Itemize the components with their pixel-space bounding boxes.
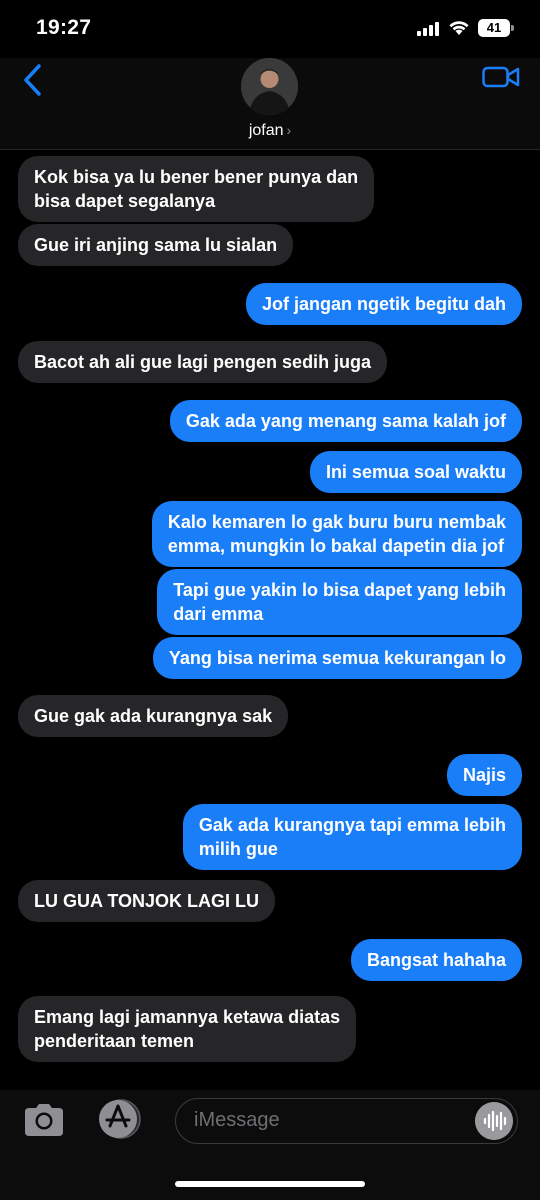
conversation-header: jofan › [0, 58, 540, 150]
camera-icon[interactable] [22, 1102, 66, 1138]
message-bubble-incoming[interactable]: Bacot ah ali gue lagi pengen sedih juga [18, 341, 388, 383]
status-bar: 19:27 41 [0, 0, 540, 58]
message-field[interactable] [175, 1098, 518, 1144]
message-bubble-outgoing[interactable]: Ini semua soal waktu [309, 451, 522, 493]
message-bubble-outgoing[interactable]: Gak ada kurangnya tapi emma lebih milih … [182, 804, 522, 870]
message-bubble-outgoing[interactable]: Kalo kemaren lo gak buru buru nembak emm… [151, 501, 522, 567]
contact-name: jofan [248, 122, 284, 139]
app-store-icon[interactable] [95, 1098, 145, 1140]
status-time: 19:27 [36, 16, 92, 39]
audio-waveform-icon[interactable] [475, 1102, 513, 1140]
chevron-right-icon: › [286, 122, 292, 138]
battery-icon: 41 [478, 19, 514, 37]
imessage-input[interactable] [194, 1099, 474, 1142]
message-bubble-incoming[interactable]: Emang lagi jamannya ketawa diatas pender… [18, 996, 357, 1062]
message-bubble-outgoing[interactable]: Jof jangan ngetik begitu dah [245, 283, 522, 325]
avatar-photo [241, 58, 298, 115]
facetime-video-icon[interactable] [482, 64, 520, 90]
message-bubble-incoming[interactable]: LU GUA TONJOK LAGI LU [18, 880, 275, 922]
message-bubble-incoming[interactable]: Kok bisa ya lu bener bener punya dan bis… [18, 156, 375, 222]
message-bubble-outgoing[interactable]: Tapi gue yakin lo bisa dapet yang lebih … [157, 569, 522, 635]
contact-avatar[interactable] [241, 58, 298, 115]
back-chevron-icon[interactable] [18, 64, 50, 96]
wifi-icon [449, 21, 469, 35]
message-bubble-outgoing[interactable]: Yang bisa nerima semua kekurangan lo [152, 637, 522, 679]
message-bubble-incoming[interactable]: Gue gak ada kurangnya sak [18, 695, 289, 737]
message-bubble-outgoing[interactable]: Najis [446, 754, 522, 796]
message-bubble-outgoing[interactable]: Gak ada yang menang sama kalah jof [169, 400, 522, 442]
contact-name-row[interactable]: jofan › [0, 122, 540, 140]
home-indicator[interactable] [175, 1181, 365, 1187]
message-bubble-incoming[interactable]: Gue iri anjing sama lu sialan [18, 224, 294, 266]
cellular-signal-icon [417, 22, 441, 36]
message-bubble-outgoing[interactable]: Bangsat hahaha [350, 939, 522, 981]
battery-level: 41 [478, 19, 510, 37]
